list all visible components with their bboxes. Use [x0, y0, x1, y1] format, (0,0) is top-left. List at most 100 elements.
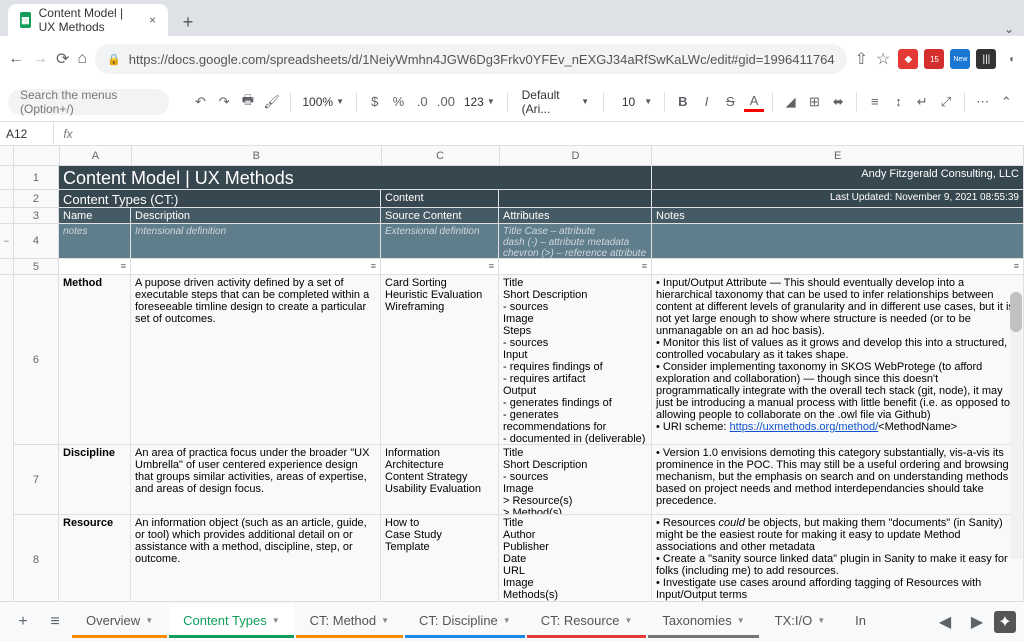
ct-src[interactable]: How to Case Study Template	[381, 515, 499, 601]
col-header-b[interactable]: B	[132, 146, 382, 165]
h-align-icon[interactable]: ≡	[865, 90, 885, 114]
merge-icon[interactable]: ⬌	[828, 90, 848, 114]
ext-icon[interactable]: New	[950, 49, 970, 69]
filter-icon[interactable]: ≡	[1014, 261, 1019, 271]
row-header[interactable]: 5	[14, 259, 59, 275]
print-icon[interactable]: 🖶	[238, 90, 258, 114]
v-align-icon[interactable]: ↕	[889, 90, 909, 114]
increase-decimal-icon[interactable]: .00	[436, 90, 456, 114]
ct-desc[interactable]: An information object (such as an articl…	[131, 515, 381, 601]
sheet-tab-content-types[interactable]: Content Types▼	[169, 604, 294, 640]
hdr-src[interactable]: Source Content	[381, 208, 499, 224]
home-button[interactable]: ⌂	[77, 45, 87, 73]
browser-tab[interactable]: ▦ Content Model | UX Methods ×	[8, 4, 168, 36]
bold-icon[interactable]: B	[673, 90, 693, 114]
ct-name[interactable]: Discipline	[59, 445, 131, 515]
row-header[interactable]: 8	[14, 515, 59, 601]
window-expand-icon[interactable]: ⌄	[994, 22, 1024, 36]
fill-color-icon[interactable]: ◢	[781, 90, 801, 114]
rotate-icon[interactable]: ⤢	[936, 90, 956, 114]
ct-name[interactable]: Method	[59, 275, 131, 445]
row-header[interactable]: 6	[14, 275, 59, 445]
decrease-decimal-icon[interactable]: .0	[412, 90, 432, 114]
hint-attr-legend[interactable]: Title Case – attribute dash (-) – attrib…	[499, 224, 652, 259]
filter-icon[interactable]: ≡	[371, 261, 376, 271]
col-header-c[interactable]: C	[382, 146, 500, 165]
redo-icon[interactable]: ↷	[214, 90, 234, 114]
add-sheet-button[interactable]: +	[8, 607, 38, 637]
collapse-toolbar-icon[interactable]: ⌃	[996, 90, 1016, 114]
company-name[interactable]: Andy Fitzgerald Consulting, LLC	[652, 166, 1024, 190]
undo-icon[interactable]: ↶	[191, 90, 211, 114]
ct-notes[interactable]: • Resources could be objects, but making…	[652, 515, 1024, 601]
back-button[interactable]: ←	[8, 45, 24, 73]
scroll-tabs-left[interactable]: ◀	[930, 607, 960, 637]
sheet-tab-ct-resource[interactable]: CT: Resource▼	[527, 604, 647, 640]
filter-icon[interactable]: ≡	[489, 261, 494, 271]
sheet-tab-partial[interactable]: In	[841, 604, 880, 640]
vertical-scrollbar[interactable]	[1010, 292, 1022, 559]
forward-button[interactable]: →	[32, 45, 48, 73]
sheet-tab-ct-discipline[interactable]: CT: Discipline▼	[405, 604, 525, 640]
paint-format-icon[interactable]: 🖌	[262, 90, 282, 114]
zoom-select[interactable]: 100%▼	[298, 95, 348, 109]
hint-notes[interactable]: notes	[59, 224, 131, 259]
content-label[interactable]: Content	[381, 190, 499, 208]
borders-icon[interactable]: ⊞	[805, 90, 825, 114]
font-size[interactable]: 10▼	[612, 95, 656, 109]
content-types-label[interactable]: Content Types (CT:)	[59, 190, 381, 208]
bookmark-icon[interactable]: ☆	[876, 45, 890, 73]
row-header[interactable]: 4	[14, 224, 59, 259]
italic-icon[interactable]: I	[697, 90, 717, 114]
filter-cell[interactable]: ≡	[59, 259, 131, 275]
font-select[interactable]: Default (Ari...▼	[516, 88, 595, 116]
filter-icon[interactable]: ≡	[121, 261, 126, 271]
scroll-tabs-right[interactable]: ▶	[962, 607, 992, 637]
name-box[interactable]: A12	[0, 122, 54, 145]
ct-desc[interactable]: A pupose driven activity defined by a se…	[131, 275, 381, 445]
ct-notes[interactable]: • Version 1.0 envisions demoting this ca…	[652, 445, 1024, 515]
ct-desc[interactable]: An area of practica focus under the broa…	[131, 445, 381, 515]
strike-icon[interactable]: S	[720, 90, 740, 114]
reload-button[interactable]: ⟳	[56, 45, 69, 73]
more-formats[interactable]: 123▼	[460, 95, 499, 109]
hint-extensional[interactable]: Extensional definition	[381, 224, 499, 259]
more-icon[interactable]: ⋯	[973, 90, 993, 114]
wrap-icon[interactable]: ↵	[912, 90, 932, 114]
filter-icon[interactable]: ≡	[642, 261, 647, 271]
new-tab-button[interactable]: +	[174, 8, 202, 36]
uri-link[interactable]: https://uxmethods.org/method/	[730, 421, 879, 433]
row-header[interactable]: 2	[14, 190, 59, 208]
sheet-tab-taxonomies[interactable]: Taxonomies▼	[648, 604, 758, 640]
explore-button[interactable]: ✦	[994, 611, 1016, 633]
hdr-attrs[interactable]: Attributes	[499, 208, 652, 224]
ext-icon[interactable]: ◐	[1002, 49, 1022, 69]
share-icon[interactable]: ⇧	[855, 45, 868, 73]
ct-name[interactable]: Resource	[59, 515, 131, 601]
text-color-icon[interactable]: A	[744, 92, 764, 112]
ct-attrs[interactable]: Title Author Publisher Date URL Image Me…	[499, 515, 652, 601]
col-header-e[interactable]: E	[652, 146, 1024, 165]
hdr-desc[interactable]: Description	[131, 208, 381, 224]
ct-attrs[interactable]: Title Short Description - sources Image …	[499, 275, 652, 445]
ct-attrs[interactable]: Title Short Description - sources Image …	[499, 445, 652, 515]
ct-src[interactable]: Information Architecture Content Strateg…	[381, 445, 499, 515]
all-sheets-button[interactable]: ≡	[40, 607, 70, 637]
sheet-tab-ct-method[interactable]: CT: Method▼	[296, 604, 403, 640]
row-header[interactable]: 7	[14, 445, 59, 515]
hdr-notes[interactable]: Notes	[652, 208, 1024, 224]
hint-intensional[interactable]: Intensional definition	[131, 224, 381, 259]
ext-icon[interactable]: ◆	[898, 49, 918, 69]
hdr-name[interactable]: Name	[59, 208, 131, 224]
close-icon[interactable]: ×	[149, 13, 156, 27]
menu-search[interactable]: Search the menus (Option+/)	[8, 89, 169, 115]
last-updated[interactable]: Last Updated: November 9, 2021 08:55:39	[652, 190, 1024, 208]
row-header[interactable]: 3	[14, 208, 59, 224]
sheet-tab-txio[interactable]: TX:I/O▼	[761, 604, 839, 640]
row-header[interactable]: 1	[14, 166, 59, 190]
ct-notes[interactable]: • Input/Output Attribute — This should e…	[652, 275, 1024, 445]
percent-icon[interactable]: %	[389, 90, 409, 114]
address-bar[interactable]: 🔒 https://docs.google.com/spreadsheets/d…	[95, 44, 847, 74]
currency-icon[interactable]: $	[365, 90, 385, 114]
col-header-a[interactable]: A	[60, 146, 132, 165]
